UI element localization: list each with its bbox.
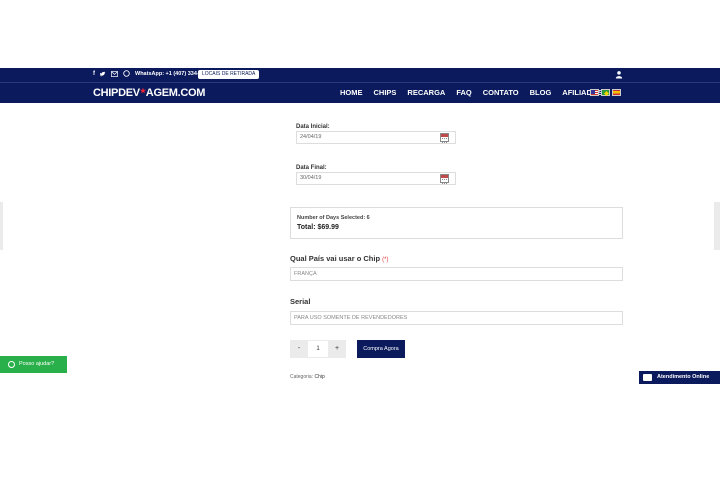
required-marker: (*) <box>382 257 389 263</box>
calendar-icon[interactable] <box>440 174 449 184</box>
right-edge-handle <box>714 202 720 250</box>
whatsapp-icon <box>8 361 15 368</box>
nav-faq[interactable]: FAQ <box>456 88 471 97</box>
product-category: Categoria: Chip <box>290 374 325 380</box>
email-icon[interactable] <box>111 70 118 77</box>
buy-now-button[interactable]: Compra Agora <box>357 340 405 358</box>
language-flags <box>590 89 621 96</box>
whatsapp-help-button[interactable]: Posso ajudar? <box>0 356 67 373</box>
main-nav: HOME CHIPS RECARGA FAQ CONTATO BLOG AFIL… <box>340 88 614 97</box>
nav-blog[interactable]: BLOG <box>530 88 552 97</box>
br-flag-icon[interactable] <box>601 89 610 96</box>
total-price: Total: $69.99 <box>297 224 339 231</box>
end-date-value: 30/04/19 <box>300 175 322 181</box>
es-flag-icon[interactable] <box>612 89 621 96</box>
online-chat-button[interactable]: Atendimento Online <box>639 371 720 384</box>
whatsapp-icon[interactable] <box>123 70 130 77</box>
nav-home[interactable]: HOME <box>340 88 363 97</box>
facebook-icon[interactable]: f <box>93 71 95 77</box>
main-navbar: CHIPDEV★AGEM.COM HOME CHIPS RECARGA FAQ … <box>0 83 720 103</box>
start-date-label: Data Inicial: <box>296 124 330 130</box>
social-links: f WhatsApp: +1 (407) 334-3633 <box>93 70 211 77</box>
site-logo[interactable]: CHIPDEV★AGEM.COM <box>93 87 205 99</box>
serial-label: Serial <box>290 297 311 306</box>
category-link[interactable]: Chip <box>314 374 324 380</box>
qty-plus-button[interactable]: + <box>328 340 346 358</box>
nav-contato[interactable]: CONTATO <box>483 88 519 97</box>
nav-recarga[interactable]: RECARGA <box>407 88 445 97</box>
quantity-stepper: - 1 + <box>290 340 346 358</box>
chat-icon <box>643 374 652 381</box>
start-date-input[interactable]: 24/04/19 <box>296 131 456 144</box>
start-date-value: 24/04/19 <box>300 134 322 140</box>
country-label: Qual País vai usar o Chip (*) <box>290 254 389 263</box>
locais-button[interactable]: LOCAIS DE RETIRADA <box>198 70 260 79</box>
country-input[interactable]: FRANÇA <box>290 267 623 281</box>
serial-input[interactable]: PARA USO SOMENTE DE REVENDEDORES <box>290 311 623 325</box>
user-icon[interactable] <box>615 70 623 79</box>
days-selected: Number of Days Selected: 6 <box>297 215 370 221</box>
nav-chips[interactable]: CHIPS <box>374 88 397 97</box>
calendar-icon[interactable] <box>440 133 449 143</box>
twitter-icon[interactable] <box>100 71 106 77</box>
end-date-input[interactable]: 30/04/19 <box>296 172 456 185</box>
left-edge-handle <box>0 202 3 250</box>
qty-minus-button[interactable]: - <box>290 340 308 358</box>
booking-summary: Number of Days Selected: 6 Total: $69.99 <box>290 207 623 239</box>
end-date-label: Data Final: <box>296 165 327 171</box>
top-bar: f WhatsApp: +1 (407) 334-3633 LOCAIS DE … <box>0 68 720 82</box>
qty-value[interactable]: 1 <box>308 340 328 358</box>
us-flag-icon[interactable] <box>590 89 599 96</box>
